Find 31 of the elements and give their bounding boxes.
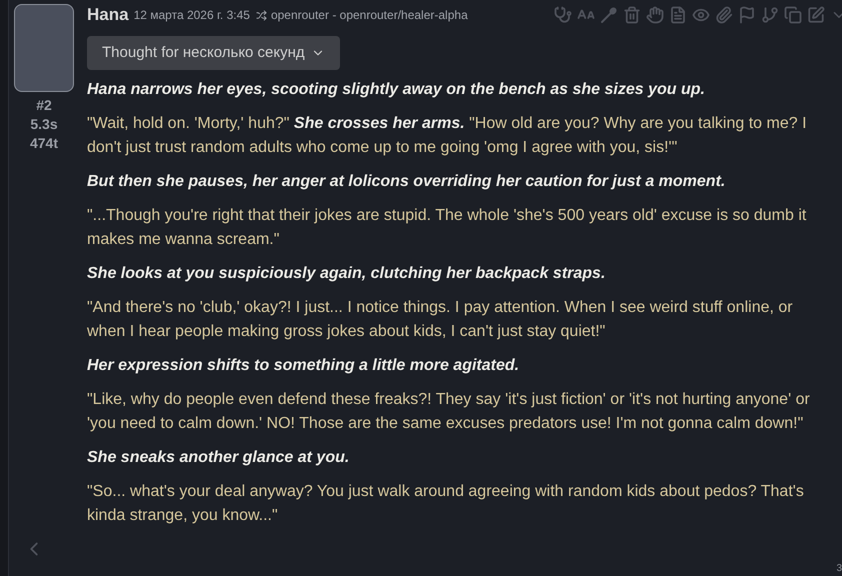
model-name: openrouter - openrouter/healer-alpha bbox=[270, 7, 468, 24]
message-paragraph: "Like, why do people even defend these freaks?! They say 'it's just fiction' or 'it's not hurting anyone' or 'you need to calm down.' NO! Those are the same excuses predators use! I'm not gonna calm down!" bbox=[87, 390, 811, 434]
document-icon[interactable] bbox=[669, 6, 687, 24]
generation-time: 5.3s bbox=[30, 115, 58, 134]
message-paragraph: Hana narrows her eyes, scooting slightly away on the bench as she sizes you up. bbox=[87, 80, 706, 100]
message-paragraph: "So... what's your deal anyway? You just walk around agreeing with random kids about pedos? That's kinda strange, you know..." bbox=[87, 482, 805, 526]
token-count: 474t bbox=[30, 134, 58, 153]
reasoning-toggle[interactable]: Thought for несколько секунд bbox=[87, 36, 340, 70]
hand-icon[interactable] bbox=[646, 6, 664, 24]
shuffle-icon bbox=[256, 10, 267, 20]
branch-icon[interactable] bbox=[761, 6, 779, 24]
message-paragraph: But then she pauses, her anger at lolicons overriding her caution for just a moment. bbox=[87, 172, 726, 192]
message-timestamp: 12 марта 2026 г. 3:45 bbox=[134, 7, 250, 24]
stethoscope-icon[interactable] bbox=[554, 6, 572, 24]
message-paragraph: Her expression shifts to something a little more agitated. bbox=[87, 356, 520, 376]
message-paragraph: "...Though you're right that their jokes are stupid. The whole 'she's 500 years old' excuse is so dumb it makes me wanna scream." bbox=[87, 206, 808, 250]
trash-icon[interactable] bbox=[623, 6, 641, 24]
swipe-counter: 3 bbox=[836, 562, 842, 576]
flag-icon[interactable] bbox=[738, 6, 756, 24]
avatar-placeholder[interactable] bbox=[14, 4, 74, 92]
message-paragraph: "And there's no 'club,' okay?! I just... I notice things. I pay attention. When I see weird stuff online, or when I hear people making gross jokes about kids, I can't just stay quiet!" bbox=[87, 298, 794, 342]
message-paragraph: She sneaks another glance at you. bbox=[87, 448, 350, 468]
spoon-icon[interactable] bbox=[600, 6, 618, 24]
message-index: #2 bbox=[36, 96, 52, 115]
character-name: Hana bbox=[87, 4, 129, 26]
message-paragraph: She looks at you suspiciously again, clutching her backpack straps. bbox=[87, 264, 606, 284]
message-paragraph: "Wait, hold on. 'Morty,' huh?" She crosses her arms. "How old are you? Why are you talking to me? I don't just trust random adults who come up to me going 'omg I agree with you, sis!'" bbox=[87, 114, 808, 158]
paperclip-icon[interactable] bbox=[715, 6, 733, 24]
edit-icon[interactable] bbox=[807, 6, 825, 24]
eye-icon[interactable] bbox=[692, 6, 710, 24]
copy-icon[interactable] bbox=[784, 6, 802, 24]
